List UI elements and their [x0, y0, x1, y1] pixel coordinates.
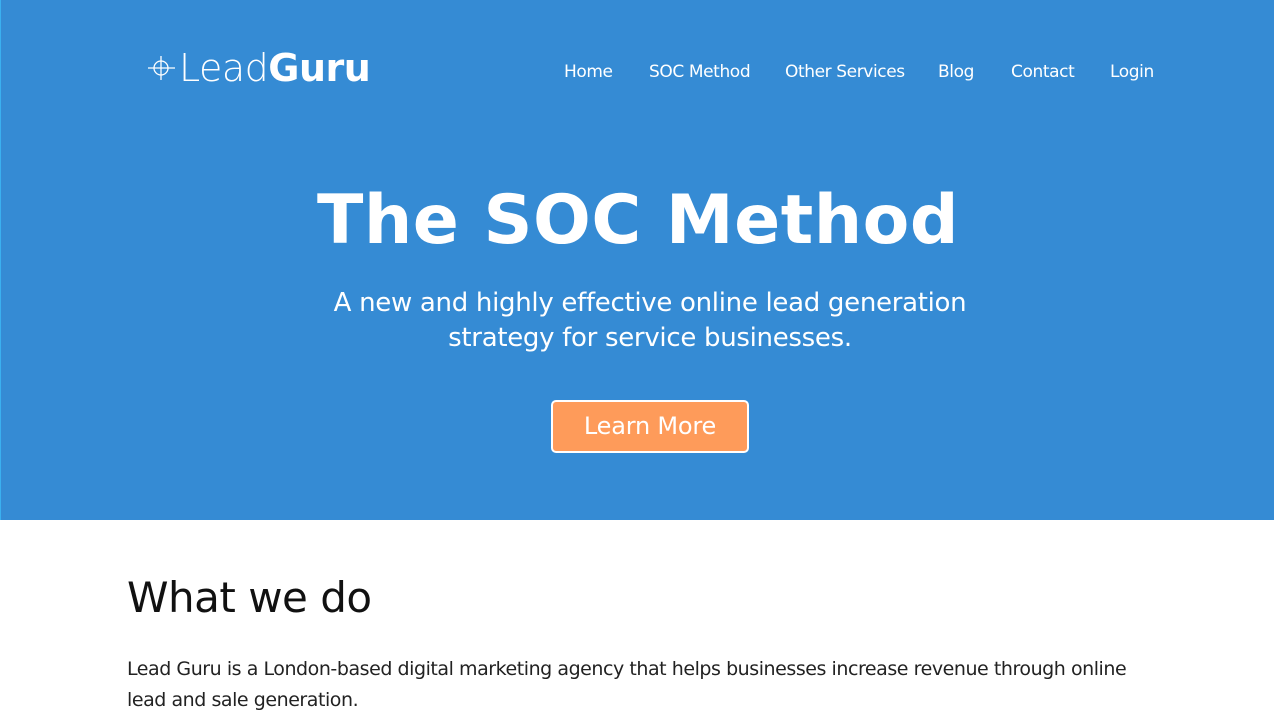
hero-section: Lead Guru Home SOC Method Other Services…: [0, 0, 1274, 520]
nav-blog[interactable]: Blog: [938, 60, 974, 84]
hero-title: The SOC Method: [316, 181, 960, 260]
section-heading: What we do: [127, 573, 372, 622]
hero-subtitle: A new and highly effective online lead g…: [333, 288, 967, 353]
main-nav: Home SOC Method Other Services Blog Cont…: [1, 60, 1274, 84]
nav-home[interactable]: Home: [564, 60, 613, 84]
nav-contact[interactable]: Contact: [1011, 60, 1075, 84]
nav-soc-method[interactable]: SOC Method: [649, 60, 751, 84]
nav-login[interactable]: Login: [1110, 60, 1154, 84]
section-body: Lead Guru is a London-based digital mark…: [127, 658, 1127, 711]
learn-more-button[interactable]: Learn More: [551, 400, 749, 453]
nav-other-services[interactable]: Other Services: [785, 60, 905, 84]
